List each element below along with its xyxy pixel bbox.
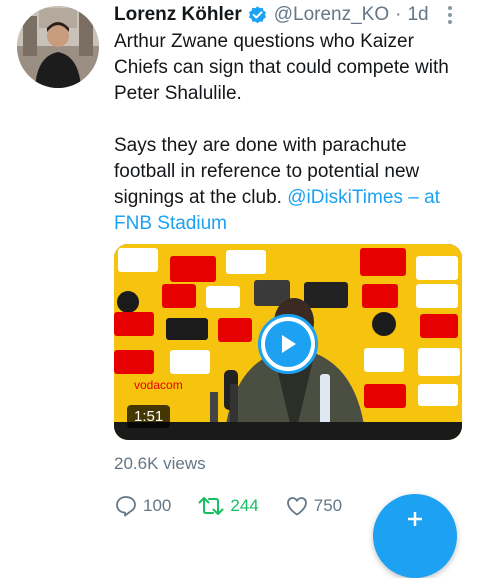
heart-icon	[286, 497, 307, 516]
like-button[interactable]: 750	[285, 494, 342, 518]
view-count: 20.6K views	[114, 454, 206, 473]
tweet-paragraph-2: Says they are done with parachute footba…	[114, 133, 464, 237]
tweet-header: Lorenz Köhler @Lorenz_KO · 1d	[114, 2, 460, 28]
more-options-icon[interactable]	[444, 4, 456, 26]
like-count: 750	[313, 496, 343, 515]
retweet-button[interactable]: 244	[197, 494, 259, 518]
play-icon	[265, 321, 311, 367]
tweet-time[interactable]: 1d	[407, 4, 428, 26]
video-duration: 1:51	[127, 405, 171, 428]
avatar-photo	[17, 6, 99, 88]
play-button[interactable]	[258, 314, 318, 374]
mention-link[interactable]: @iDiskiTimes	[287, 187, 403, 208]
retweet-icon	[198, 497, 224, 515]
plus-icon	[408, 512, 422, 526]
reply-button[interactable]: 100	[114, 494, 171, 518]
reply-icon	[116, 496, 136, 517]
reply-count: 100	[143, 496, 172, 515]
retweet-count: 244	[230, 496, 259, 515]
tweet-text: Arthur Zwane questions who Kaizer Chiefs…	[114, 29, 464, 237]
author-handle[interactable]: @Lorenz_KO	[274, 4, 389, 26]
tweet-actions: 100 244 750	[114, 492, 368, 520]
tweet-paragraph-1: Arthur Zwane questions who Kaizer Chiefs…	[114, 31, 449, 104]
backdrop-sponsor-text: vodacom	[134, 378, 183, 392]
author-name[interactable]: Lorenz Köhler	[114, 4, 242, 26]
verified-badge-icon	[247, 5, 268, 26]
separator-dot: ·	[395, 4, 402, 25]
avatar[interactable]	[17, 6, 99, 88]
compose-tweet-button[interactable]	[373, 494, 457, 578]
